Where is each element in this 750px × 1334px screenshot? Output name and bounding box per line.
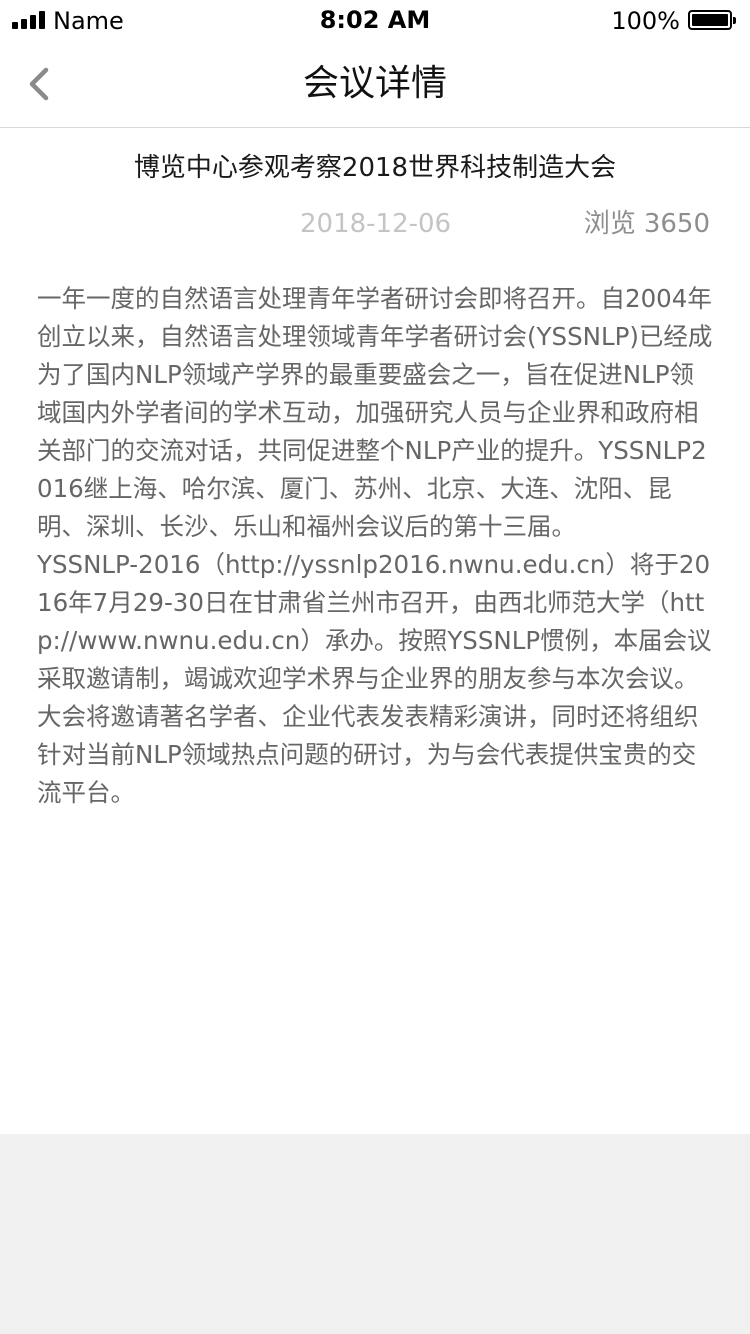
view-count-value: 3650 <box>643 209 710 239</box>
status-bar: Name 8:02 AM 100% <box>0 0 750 40</box>
screen: Name 8:02 AM 100% 会议详情 博览中心参观考察2018世界科技制… <box>0 0 750 1334</box>
bottom-background <box>0 1134 750 1334</box>
page-title: 会议详情 <box>302 63 447 104</box>
view-count: 浏览 3650 <box>584 206 710 242</box>
article-paragraph: 一年一度的自然语言处理青年学者研讨会即将召开。自2004年创立以来，自然语言处理… <box>37 284 713 541</box>
article-paragraph: YSSNLP-2016（http://yssnlp2016.nwnu.edu.c… <box>37 550 712 807</box>
view-count-label: 浏览 <box>583 209 636 239</box>
article-body: 一年一度的自然语言处理青年学者研讨会即将召开。自2004年创立以来，自然语言处理… <box>37 280 713 812</box>
battery-icon <box>688 10 736 30</box>
battery-percent: 100% <box>611 7 680 35</box>
article-title: 博览中心参观考察2018世界科技制造大会 <box>133 153 617 183</box>
navigation-bar: 会议详情 <box>0 40 750 128</box>
article-date: 2018-12-06 <box>300 209 452 239</box>
